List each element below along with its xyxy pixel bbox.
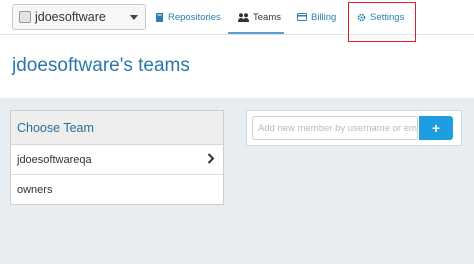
chevron-down-icon	[130, 15, 138, 20]
tab-label: Teams	[253, 11, 281, 23]
tab-label: Billing	[311, 11, 337, 23]
team-item-jdoesoftwareqa[interactable]: jdoesoftwareqa	[11, 145, 223, 175]
team-name: jdoesoftwareqa	[17, 153, 92, 166]
member-search-input[interactable]	[252, 116, 418, 140]
org-name: jdoesoftware	[35, 10, 106, 24]
add-member-button[interactable]: +	[419, 116, 453, 140]
members-panel: +	[246, 110, 462, 146]
credit-card-icon	[297, 13, 307, 21]
users-icon	[238, 12, 249, 22]
team-name: owners	[17, 184, 53, 196]
book-icon	[156, 12, 163, 22]
org-avatar	[19, 11, 31, 23]
highlight-box	[348, 2, 416, 42]
page-title: jdoesoftware's teams	[12, 55, 190, 76]
panel-header: Choose Team	[11, 111, 223, 145]
teams-panel: Choose Team jdoesoftwareqa owners	[10, 110, 224, 205]
chevron-right-icon	[207, 153, 215, 164]
tab-teams[interactable]: Teams	[238, 0, 281, 34]
organization-selector[interactable]: jdoesoftware	[12, 4, 146, 30]
team-item-owners[interactable]: owners	[11, 175, 223, 205]
tab-label: Repositories	[168, 11, 221, 23]
tab-repositories[interactable]: Repositories	[156, 0, 221, 34]
tab-billing[interactable]: Billing	[297, 0, 336, 34]
